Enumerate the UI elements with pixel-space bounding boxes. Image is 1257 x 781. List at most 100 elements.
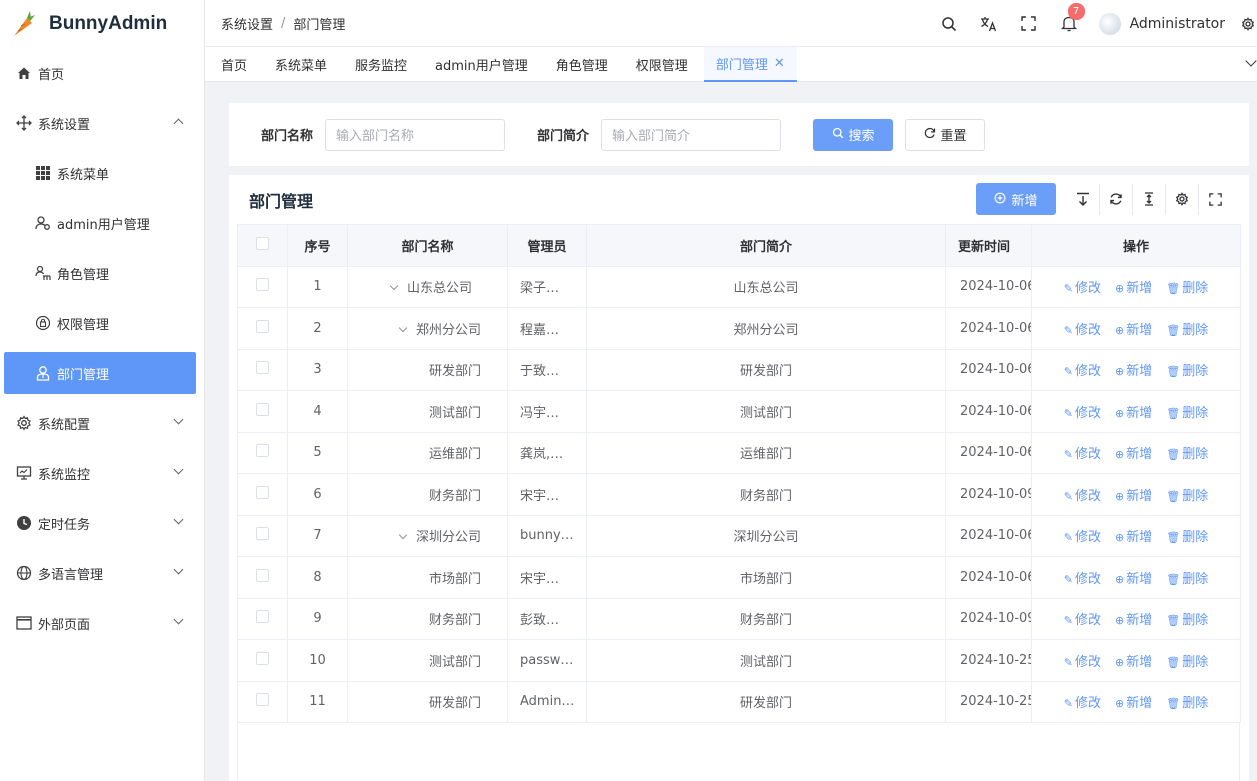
sidebar-item-system-settings[interactable]: 系统设置: [0, 98, 204, 148]
row-checkbox-cell[interactable]: [237, 431, 288, 474]
table-row[interactable]: 7 深圳分公司 bunny… 深圳分公司 2024-10-06 ✎ 修改 ⊕ 新增 🗑 删除: [237, 514, 1241, 557]
checkbox[interactable]: [256, 693, 269, 707]
checkbox[interactable]: [256, 527, 269, 541]
fullscreen-icon[interactable]: [1009, 16, 1049, 31]
sidebar-item-external-pages[interactable]: 外部页面: [0, 598, 204, 648]
sidebar-item-scheduled-tasks[interactable]: 定时任务: [0, 498, 204, 548]
tab-home[interactable]: 首页: [209, 47, 259, 82]
row-checkbox-cell[interactable]: [237, 265, 288, 308]
add-child-button[interactable]: ⊕ 新增: [1115, 406, 1152, 421]
add-child-button[interactable]: ⊕ 新增: [1115, 530, 1152, 545]
table-row[interactable]: 8 市场部门 宋宇… 市场部门 2024-10-06 ✎ 修改 ⊕ 新增 🗑 删除: [237, 556, 1241, 599]
sidebar-item-admin-users[interactable]: admin用户管理: [0, 198, 204, 248]
edit-button[interactable]: ✎ 修改: [1064, 655, 1101, 670]
edit-button[interactable]: ✎ 修改: [1064, 572, 1101, 587]
delete-button[interactable]: 🗑 删除: [1166, 406, 1208, 421]
tab-roles[interactable]: 角色管理: [544, 47, 620, 82]
checkbox[interactable]: [256, 610, 269, 624]
avatar[interactable]: [1098, 12, 1121, 35]
sidebar-item-system-menu[interactable]: 系统菜单: [0, 148, 204, 198]
select-all-checkbox-cell[interactable]: [237, 224, 288, 267]
chevron-down-icon[interactable]: [1245, 55, 1257, 67]
sidebar-item-i18n[interactable]: 多语言管理: [0, 548, 204, 598]
row-checkbox-cell[interactable]: [237, 514, 288, 557]
add-child-button[interactable]: ⊕ 新增: [1115, 281, 1152, 296]
user-name[interactable]: Administrator: [1130, 16, 1225, 32]
add-button[interactable]: 新增: [976, 183, 1056, 215]
delete-button[interactable]: 🗑 删除: [1166, 696, 1208, 711]
table-row[interactable]: 2 郑州分公司 程嘉… 郑州分公司 2024-10-06 ✎ 修改 ⊕ 新增 🗑 删除: [237, 307, 1241, 350]
row-density-icon[interactable]: [1132, 183, 1165, 215]
edit-button[interactable]: ✎ 修改: [1064, 613, 1101, 628]
row-checkbox-cell[interactable]: [237, 556, 288, 599]
row-checkbox-cell[interactable]: [237, 307, 288, 350]
logo[interactable]: BunnyAdmin: [0, 0, 204, 48]
delete-button[interactable]: 🗑 删除: [1166, 323, 1208, 338]
tab-service-monitor[interactable]: 服务监控: [343, 47, 419, 82]
chevron-down-icon[interactable]: [398, 323, 408, 332]
row-checkbox-cell[interactable]: [237, 390, 288, 433]
bell-icon[interactable]: 7: [1049, 3, 1089, 32]
checkbox[interactable]: [256, 444, 269, 458]
delete-button[interactable]: 🗑 删除: [1166, 613, 1208, 628]
fullscreen-icon[interactable]: [1198, 183, 1231, 215]
breadcrumb-item[interactable]: 系统设置: [221, 14, 273, 33]
sidebar-item-system-config[interactable]: 系统配置: [0, 398, 204, 448]
expand-collapse-icon[interactable]: [1066, 184, 1099, 215]
edit-button[interactable]: ✎ 修改: [1064, 530, 1101, 545]
row-checkbox-cell[interactable]: [237, 597, 288, 640]
checkbox[interactable]: [256, 278, 269, 292]
edit-button[interactable]: ✎ 修改: [1064, 364, 1101, 379]
checkbox[interactable]: [256, 485, 269, 499]
checkbox[interactable]: [256, 402, 269, 416]
search-button[interactable]: 搜索: [813, 118, 894, 151]
tab-permissions[interactable]: 权限管理: [624, 47, 700, 82]
table-row[interactable]: 1 山东总公司 梁子… 山东总公司 2024-10-06 ✎ 修改 ⊕ 新增 🗑 删除: [237, 265, 1241, 308]
row-checkbox-cell[interactable]: [237, 639, 288, 682]
sidebar-item-home[interactable]: 首页: [0, 48, 204, 98]
tab-admin-users[interactable]: admin用户管理: [423, 47, 540, 82]
chevron-down-icon[interactable]: [389, 282, 399, 291]
table-row[interactable]: 3 研发部门 于致… 研发部门 2024-10-06 ✎ 修改 ⊕ 新增 🗑 删除: [237, 348, 1241, 391]
close-icon[interactable]: ✕: [774, 56, 785, 71]
add-child-button[interactable]: ⊕ 新增: [1115, 655, 1152, 670]
delete-button[interactable]: 🗑 删除: [1166, 489, 1208, 504]
dept-summary-input[interactable]: 输入部门简介: [601, 118, 782, 151]
delete-button[interactable]: 🗑 删除: [1166, 655, 1208, 670]
edit-button[interactable]: ✎ 修改: [1064, 406, 1101, 421]
add-child-button[interactable]: ⊕ 新增: [1115, 364, 1152, 379]
delete-button[interactable]: 🗑 删除: [1166, 572, 1208, 587]
chevron-down-icon[interactable]: [398, 531, 408, 540]
table-row[interactable]: 6 财务部门 宋宇… 财务部门 2024-10-09 ✎ 修改 ⊕ 新增 🗑 删除: [237, 473, 1241, 516]
add-child-button[interactable]: ⊕ 新增: [1115, 696, 1152, 711]
translate-icon[interactable]: [969, 16, 1009, 32]
gear-icon[interactable]: [1165, 183, 1198, 215]
edit-button[interactable]: ✎ 修改: [1064, 696, 1101, 711]
add-child-button[interactable]: ⊕ 新增: [1115, 447, 1152, 462]
refresh-icon[interactable]: [1099, 183, 1132, 215]
sidebar-item-permissions[interactable]: 权限管理: [0, 298, 204, 348]
edit-button[interactable]: ✎ 修改: [1064, 281, 1101, 296]
add-child-button[interactable]: ⊕ 新增: [1115, 489, 1152, 504]
delete-button[interactable]: 🗑 删除: [1166, 447, 1208, 462]
table-row[interactable]: 10 测试部门 passw… 测试部门 2024-10-25 ✎ 修改 ⊕ 新增 🗑 删除: [237, 639, 1241, 682]
table-row[interactable]: 9 财务部门 彭致… 财务部门 2024-10-09 ✎ 修改 ⊕ 新增 🗑 删除: [237, 597, 1241, 640]
add-child-button[interactable]: ⊕ 新增: [1115, 572, 1152, 587]
edit-button[interactable]: ✎ 修改: [1064, 489, 1101, 504]
sidebar-item-roles[interactable]: 角色管理: [0, 248, 204, 298]
delete-button[interactable]: 🗑 删除: [1166, 364, 1208, 379]
add-child-button[interactable]: ⊕ 新增: [1115, 613, 1152, 628]
table-row[interactable]: 11 研发部门 Admin… 研发部门 2024-10-25 ✎ 修改 ⊕ 新增 🗑 删除: [237, 680, 1241, 723]
delete-button[interactable]: 🗑 删除: [1166, 530, 1208, 545]
edit-button[interactable]: ✎ 修改: [1064, 323, 1101, 338]
checkbox[interactable]: [256, 319, 269, 333]
checkbox[interactable]: [256, 568, 269, 582]
edit-button[interactable]: ✎ 修改: [1064, 447, 1101, 462]
delete-button[interactable]: 🗑 删除: [1166, 281, 1208, 296]
reset-button[interactable]: 重置: [905, 118, 986, 151]
row-checkbox-cell[interactable]: [237, 680, 288, 723]
gear-icon[interactable]: [1239, 16, 1257, 31]
sidebar-item-system-monitor[interactable]: 系统监控: [0, 448, 204, 498]
checkbox[interactable]: [256, 651, 269, 665]
row-checkbox-cell[interactable]: [237, 473, 288, 516]
